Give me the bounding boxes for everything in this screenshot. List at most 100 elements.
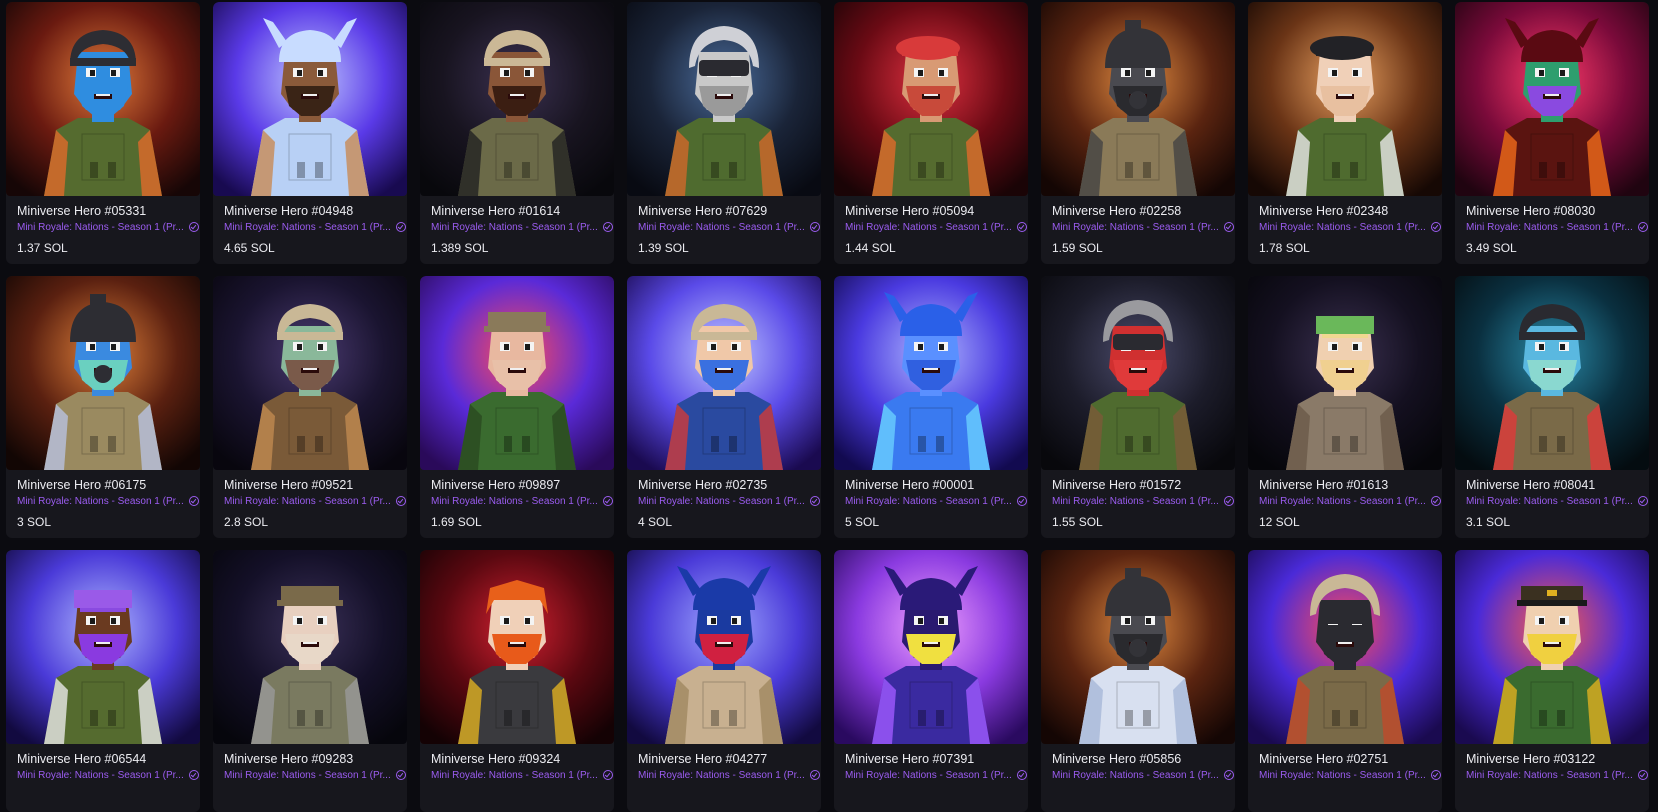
nft-image[interactable] <box>420 276 614 470</box>
nft-image[interactable] <box>834 276 1028 470</box>
nft-info: Miniverse Hero #04948 Mini Royale: Nation… <box>213 196 407 255</box>
nft-card[interactable]: Miniverse Hero #04277 Mini Royale: Nation… <box>627 550 821 812</box>
collection-link[interactable]: Mini Royale: Nations - Season 1 (Pr... <box>638 219 820 235</box>
nft-name[interactable]: Miniverse Hero #02348 <box>1259 203 1431 219</box>
nft-name[interactable]: Miniverse Hero #02735 <box>638 477 810 493</box>
nft-image[interactable] <box>1248 2 1442 196</box>
nft-name[interactable]: Miniverse Hero #05856 <box>1052 751 1224 767</box>
collection-link[interactable]: Mini Royale: Nations - Season 1 (Pr... <box>17 767 199 783</box>
nft-image[interactable] <box>1041 276 1235 470</box>
collection-link[interactable]: Mini Royale: Nations - Season 1 (Pr... <box>1259 493 1441 509</box>
nft-image[interactable] <box>1248 276 1442 470</box>
nft-name[interactable]: Miniverse Hero #07629 <box>638 203 810 219</box>
collection-link[interactable]: Mini Royale: Nations - Season 1 (Pr... <box>638 493 820 509</box>
collection-link[interactable]: Mini Royale: Nations - Season 1 (Pr... <box>1466 219 1648 235</box>
collection-link[interactable]: Mini Royale: Nations - Season 1 (Pr... <box>431 219 613 235</box>
collection-link[interactable]: Mini Royale: Nations - Season 1 (Pr... <box>1259 219 1441 235</box>
nft-name[interactable]: Miniverse Hero #05331 <box>17 203 189 219</box>
nft-card[interactable]: Miniverse Hero #02348 Mini Royale: Nation… <box>1248 2 1442 264</box>
nft-image[interactable] <box>1455 2 1649 196</box>
nft-image[interactable] <box>1455 276 1649 470</box>
collection-link[interactable]: Mini Royale: Nations - Season 1 (Pr... <box>1259 767 1441 783</box>
collection-link[interactable]: Mini Royale: Nations - Season 1 (Pr... <box>1466 767 1648 783</box>
collection-link[interactable]: Mini Royale: Nations - Season 1 (Pr... <box>638 767 820 783</box>
collection-link[interactable]: Mini Royale: Nations - Season 1 (Pr... <box>1052 219 1234 235</box>
nft-card[interactable]: Miniverse Hero #09283 Mini Royale: Nation… <box>213 550 407 812</box>
nft-card[interactable]: Miniverse Hero #08030 Mini Royale: Nation… <box>1455 2 1649 264</box>
nft-image[interactable] <box>834 550 1028 744</box>
nft-image[interactable] <box>627 550 821 744</box>
nft-card[interactable]: Miniverse Hero #02751 Mini Royale: Nation… <box>1248 550 1442 812</box>
nft-name[interactable]: Miniverse Hero #01572 <box>1052 477 1224 493</box>
nft-image[interactable] <box>6 550 200 744</box>
nft-card[interactable]: Miniverse Hero #05331 Mini Royale: Nation… <box>6 2 200 264</box>
nft-image[interactable] <box>6 2 200 196</box>
nft-image[interactable] <box>420 2 614 196</box>
collection-link[interactable]: Mini Royale: Nations - Season 1 (Pr... <box>17 219 199 235</box>
collection-link[interactable]: Mini Royale: Nations - Season 1 (Pr... <box>431 767 613 783</box>
nft-card[interactable]: Miniverse Hero #01614 Mini Royale: Nation… <box>420 2 614 264</box>
nft-name[interactable]: Miniverse Hero #04277 <box>638 751 810 767</box>
nft-card[interactable]: Miniverse Hero #05856 Mini Royale: Nation… <box>1041 550 1235 812</box>
nft-name[interactable]: Miniverse Hero #09283 <box>224 751 396 767</box>
nft-card[interactable]: Miniverse Hero #09897 Mini Royale: Nation… <box>420 276 614 538</box>
nft-name[interactable]: Miniverse Hero #07391 <box>845 751 1017 767</box>
nft-card[interactable]: Miniverse Hero #09324 Mini Royale: Nation… <box>420 550 614 812</box>
collection-link[interactable]: Mini Royale: Nations - Season 1 (Pr... <box>224 767 406 783</box>
nft-name[interactable]: Miniverse Hero #03122 <box>1466 751 1638 767</box>
nft-card[interactable]: Miniverse Hero #01572 Mini Royale: Nation… <box>1041 276 1235 538</box>
nft-image[interactable] <box>627 2 821 196</box>
nft-name[interactable]: Miniverse Hero #09324 <box>431 751 603 767</box>
nft-name[interactable]: Miniverse Hero #08030 <box>1466 203 1638 219</box>
nft-image[interactable] <box>213 2 407 196</box>
collection-name: Mini Royale: Nations - Season 1 (Pr... <box>224 495 391 507</box>
nft-card[interactable]: Miniverse Hero #03122 Mini Royale: Nation… <box>1455 550 1649 812</box>
nft-name[interactable]: Miniverse Hero #09897 <box>431 477 603 493</box>
nft-image[interactable] <box>213 550 407 744</box>
nft-name[interactable]: Miniverse Hero #05094 <box>845 203 1017 219</box>
nft-card[interactable]: Miniverse Hero #02735 Mini Royale: Nation… <box>627 276 821 538</box>
nft-card[interactable]: Miniverse Hero #08041 Mini Royale: Nation… <box>1455 276 1649 538</box>
nft-name[interactable]: Miniverse Hero #02258 <box>1052 203 1224 219</box>
nft-image[interactable] <box>627 276 821 470</box>
collection-link[interactable]: Mini Royale: Nations - Season 1 (Pr... <box>1052 767 1234 783</box>
nft-image[interactable] <box>1455 550 1649 744</box>
nft-image[interactable] <box>213 276 407 470</box>
nft-card[interactable]: Miniverse Hero #04948 Mini Royale: Nation… <box>213 2 407 264</box>
nft-name[interactable]: Miniverse Hero #08041 <box>1466 477 1638 493</box>
nft-card[interactable]: Miniverse Hero #06175 Mini Royale: Nation… <box>6 276 200 538</box>
collection-name: Mini Royale: Nations - Season 1 (Pr... <box>1052 769 1219 781</box>
collection-link[interactable]: Mini Royale: Nations - Season 1 (Pr... <box>1466 493 1648 509</box>
nft-card[interactable]: Miniverse Hero #01613 Mini Royale: Nation… <box>1248 276 1442 538</box>
nft-name[interactable]: Miniverse Hero #06175 <box>17 477 189 493</box>
nft-name[interactable]: Miniverse Hero #02751 <box>1259 751 1431 767</box>
nft-image[interactable] <box>1248 550 1442 744</box>
collection-link[interactable]: Mini Royale: Nations - Season 1 (Pr... <box>224 493 406 509</box>
nft-image[interactable] <box>1041 550 1235 744</box>
collection-link[interactable]: Mini Royale: Nations - Season 1 (Pr... <box>845 219 1027 235</box>
collection-link[interactable]: Mini Royale: Nations - Season 1 (Pr... <box>845 493 1027 509</box>
nft-info: Miniverse Hero #02735 Mini Royale: Nation… <box>627 470 821 529</box>
nft-image[interactable] <box>1041 2 1235 196</box>
nft-image[interactable] <box>420 550 614 744</box>
nft-name[interactable]: Miniverse Hero #04948 <box>224 203 396 219</box>
nft-image[interactable] <box>834 2 1028 196</box>
nft-name[interactable]: Miniverse Hero #01614 <box>431 203 603 219</box>
nft-image[interactable] <box>6 276 200 470</box>
collection-link[interactable]: Mini Royale: Nations - Season 1 (Pr... <box>17 493 199 509</box>
nft-card[interactable]: Miniverse Hero #02258 Mini Royale: Nation… <box>1041 2 1235 264</box>
nft-name[interactable]: Miniverse Hero #06544 <box>17 751 189 767</box>
collection-link[interactable]: Mini Royale: Nations - Season 1 (Pr... <box>431 493 613 509</box>
nft-name[interactable]: Miniverse Hero #01613 <box>1259 477 1431 493</box>
nft-name[interactable]: Miniverse Hero #00001 <box>845 477 1017 493</box>
collection-link[interactable]: Mini Royale: Nations - Season 1 (Pr... <box>224 219 406 235</box>
nft-card[interactable]: Miniverse Hero #06544 Mini Royale: Nation… <box>6 550 200 812</box>
collection-link[interactable]: Mini Royale: Nations - Season 1 (Pr... <box>845 767 1027 783</box>
nft-card[interactable]: Miniverse Hero #07391 Mini Royale: Nation… <box>834 550 1028 812</box>
nft-card[interactable]: Miniverse Hero #05094 Mini Royale: Nation… <box>834 2 1028 264</box>
nft-card[interactable]: Miniverse Hero #07629 Mini Royale: Nation… <box>627 2 821 264</box>
nft-card[interactable]: Miniverse Hero #09521 Mini Royale: Nation… <box>213 276 407 538</box>
nft-name[interactable]: Miniverse Hero #09521 <box>224 477 396 493</box>
nft-card[interactable]: Miniverse Hero #00001 Mini Royale: Nation… <box>834 276 1028 538</box>
collection-link[interactable]: Mini Royale: Nations - Season 1 (Pr... <box>1052 493 1234 509</box>
